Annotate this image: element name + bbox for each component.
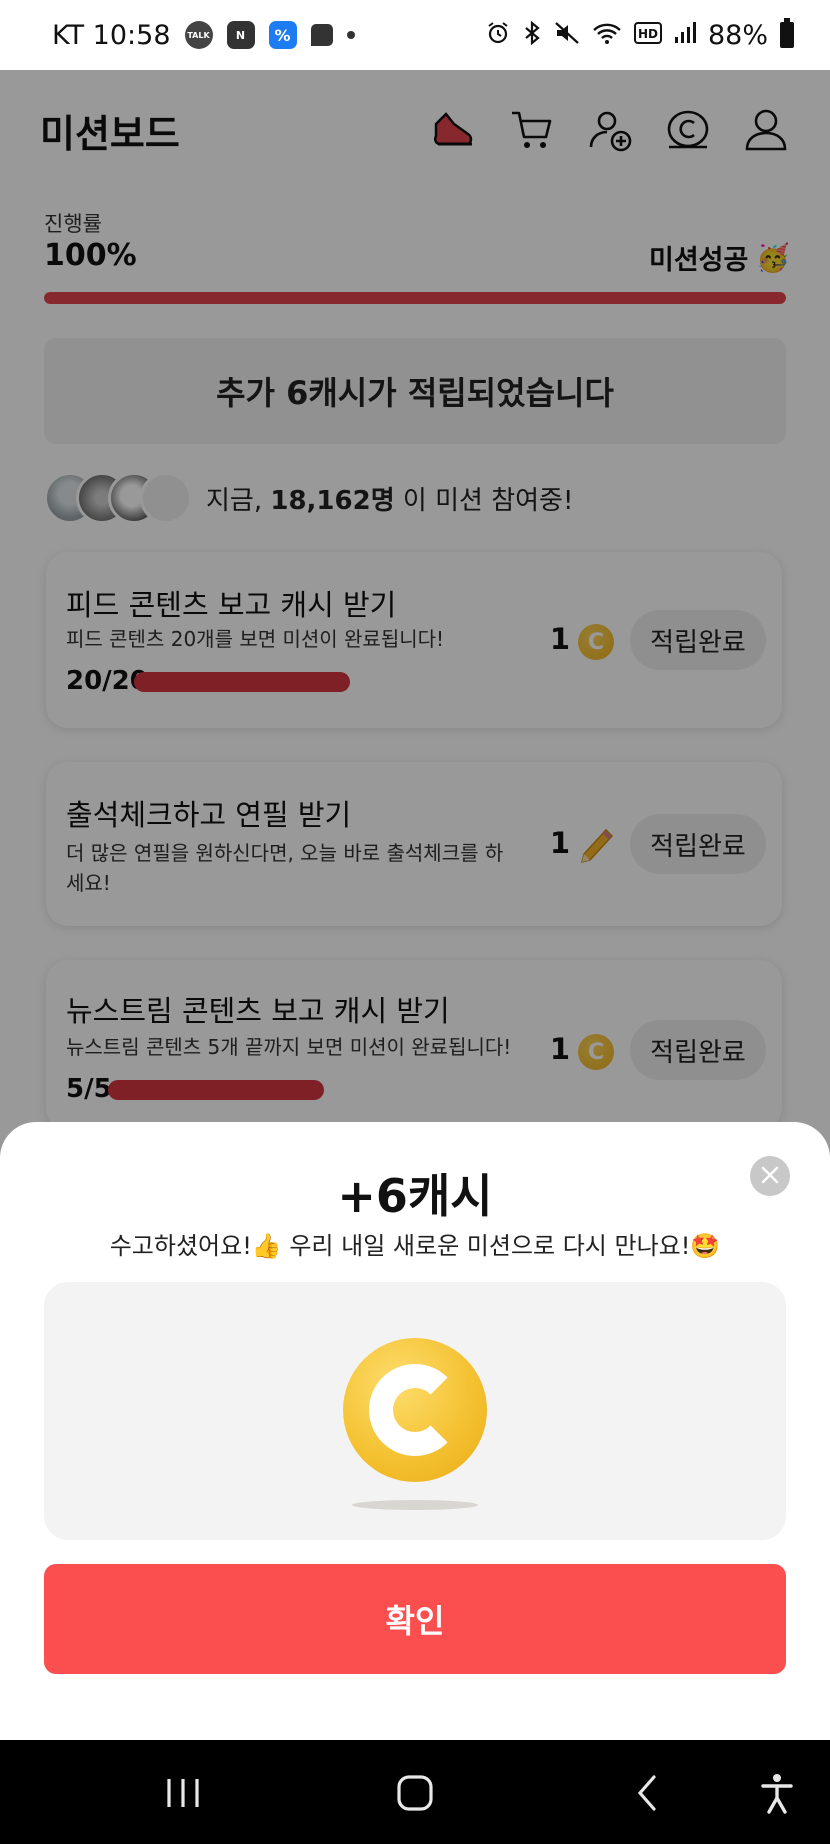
carrier-time: KT 10:58 (52, 19, 171, 51)
cash-coin-large-icon (343, 1338, 487, 1482)
reward-bottom-sheet: +6캐시 수고하셨어요!👍 우리 내일 새로운 미션으로 다시 만나요!🤩 확인 (0, 1122, 830, 1740)
more-notifications-dot-icon (346, 31, 355, 39)
bluetooth-icon (522, 20, 542, 49)
accessibility-button[interactable] (752, 1770, 802, 1820)
recent-apps-button[interactable] (158, 1770, 208, 1820)
system-nav-bar (0, 1740, 830, 1844)
reward-title: +6캐시 (337, 1169, 493, 1223)
home-icon (395, 1773, 435, 1817)
kakaotalk-icon: TALK (184, 21, 213, 49)
recent-apps-icon (163, 1775, 203, 1815)
accessibility-icon (759, 1772, 795, 1818)
coin-shadow (352, 1500, 478, 1510)
battery-icon (780, 18, 794, 48)
back-arrow-icon (632, 1773, 662, 1817)
wifi-icon (592, 21, 622, 49)
confirm-button[interactable]: 확인 (44, 1564, 786, 1674)
back-button[interactable] (622, 1770, 672, 1820)
alarm-icon (486, 21, 510, 49)
status-bar: KT 10:58 TALK N % HD 88% (0, 0, 830, 70)
reward-subtitle: 수고하셨어요!👍 우리 내일 새로운 미션으로 다시 만나요!🤩 (109, 1232, 721, 1260)
home-button[interactable] (390, 1770, 440, 1820)
percent-app-icon: % (268, 21, 297, 49)
mute-icon (554, 21, 580, 49)
coin-panel (44, 1282, 786, 1540)
svg-text:HD: HD (638, 27, 658, 41)
hd-voice-icon: HD (633, 22, 662, 48)
naver-icon: N (226, 21, 255, 49)
message-icon (310, 24, 333, 46)
battery-percent: 88% (707, 19, 768, 51)
signal-icon (674, 21, 696, 49)
